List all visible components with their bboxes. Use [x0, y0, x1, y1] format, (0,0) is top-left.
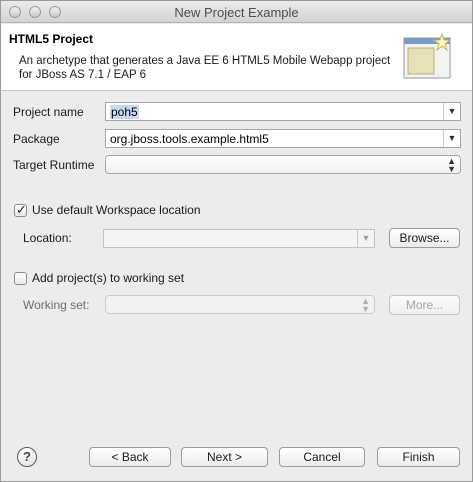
dropdown-arrow-icon[interactable]: ▼ [357, 230, 374, 247]
more-button[interactable]: More... [389, 295, 460, 315]
dropdown-arrow-icon[interactable]: ▼ [443, 130, 460, 147]
updown-arrows-icon: ▲ ▼ [447, 156, 456, 174]
window-title: New Project Example [174, 5, 299, 20]
checkmark-icon: ✓ [16, 202, 27, 217]
working-set-select[interactable]: ▲ ▼ [105, 295, 375, 314]
target-runtime-select[interactable]: ▲ ▼ [105, 155, 461, 174]
wizard-window: New Project Example HTML5 Project An arc… [0, 0, 473, 482]
banner-title: HTML5 Project [9, 32, 94, 46]
package-value: org.jboss.tools.example.html5 [110, 132, 269, 146]
dropdown-arrow-icon[interactable]: ▼ [443, 103, 460, 120]
back-button[interactable]: < Back [89, 447, 171, 467]
location-label: Location: [23, 231, 72, 245]
project-name-label: Project name [13, 105, 84, 119]
project-name-value: poh5 [110, 105, 139, 119]
use-default-location-label[interactable]: Use default Workspace location [32, 203, 201, 217]
project-name-combo[interactable]: poh5 ▼ [105, 102, 461, 121]
wizard-banner: HTML5 Project An archetype that generate… [1, 24, 472, 91]
next-button[interactable]: Next > [181, 447, 268, 467]
location-combo[interactable]: ▼ [103, 229, 375, 248]
banner-description: An archetype that generates a Java EE 6 … [19, 55, 391, 81]
finish-button[interactable]: Finish [377, 447, 460, 467]
browse-button[interactable]: Browse... [389, 228, 460, 248]
updown-arrows-icon: ▲ ▼ [361, 296, 370, 314]
add-to-working-set-checkbox[interactable] [14, 272, 27, 285]
package-label: Package [13, 132, 60, 146]
package-combo[interactable]: org.jboss.tools.example.html5 ▼ [105, 129, 461, 148]
cancel-button[interactable]: Cancel [279, 447, 365, 467]
title-bar: New Project Example [1, 1, 472, 23]
help-icon[interactable]: ? [17, 447, 37, 467]
target-runtime-label: Target Runtime [13, 158, 95, 172]
working-set-label: Working set: [23, 298, 90, 312]
new-project-wizard-icon [403, 32, 452, 79]
add-to-working-set-label[interactable]: Add project(s) to working set [32, 271, 184, 285]
use-default-location-checkbox[interactable]: ✓ [14, 202, 27, 217]
